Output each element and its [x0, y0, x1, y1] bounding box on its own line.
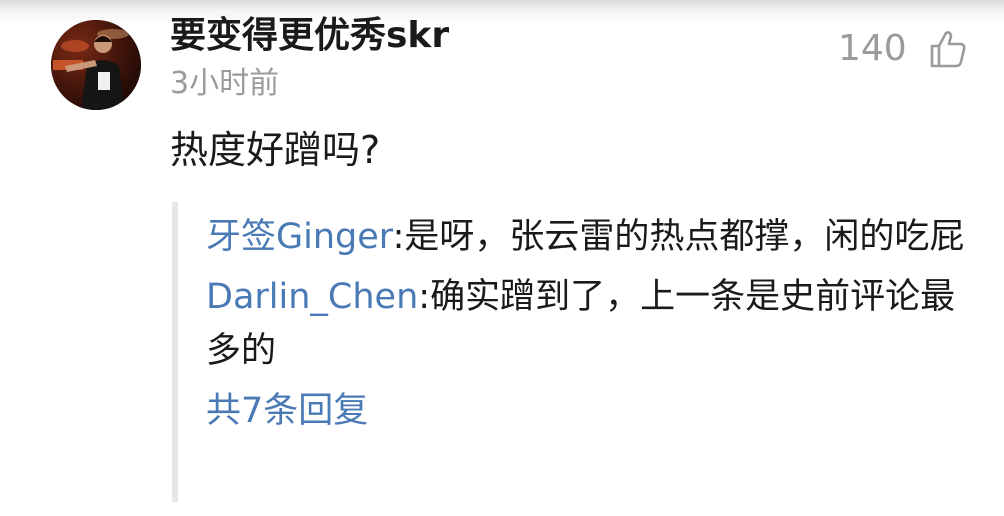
- comment-text: 热度好蹭吗?: [170, 128, 381, 172]
- like-count: 140: [838, 28, 907, 69]
- username[interactable]: 要变得更优秀skr: [170, 14, 449, 58]
- thumbs-up-icon[interactable]: [929, 29, 967, 69]
- reply-separator: :: [392, 217, 405, 257]
- timestamp: 3小时前: [170, 66, 280, 101]
- reply-item[interactable]: 牙签Ginger:是呀，张云雷的热点都撑，闲的吃屁: [206, 210, 966, 264]
- view-all-replies-link[interactable]: 共7条回复: [206, 384, 368, 438]
- reply-separator: :: [418, 277, 431, 317]
- avatar[interactable]: [51, 20, 141, 110]
- avatar-image: [51, 20, 141, 110]
- reply-author[interactable]: Darlin_Chen: [206, 277, 418, 317]
- reply-author[interactable]: 牙签Ginger: [206, 217, 393, 257]
- top-edge-shadow: [0, 0, 1004, 26]
- reply-item[interactable]: Darlin_Chen:确实蹭到了，上一条是史前评论最多的: [206, 270, 966, 378]
- reply-thread: 牙签Ginger:是呀，张云雷的热点都撑，闲的吃屁 Darlin_Chen:确实…: [172, 202, 972, 502]
- like-button[interactable]: 140: [838, 26, 967, 72]
- reply-text: 是呀，张云雷的热点都撑，闲的吃屁: [404, 217, 965, 257]
